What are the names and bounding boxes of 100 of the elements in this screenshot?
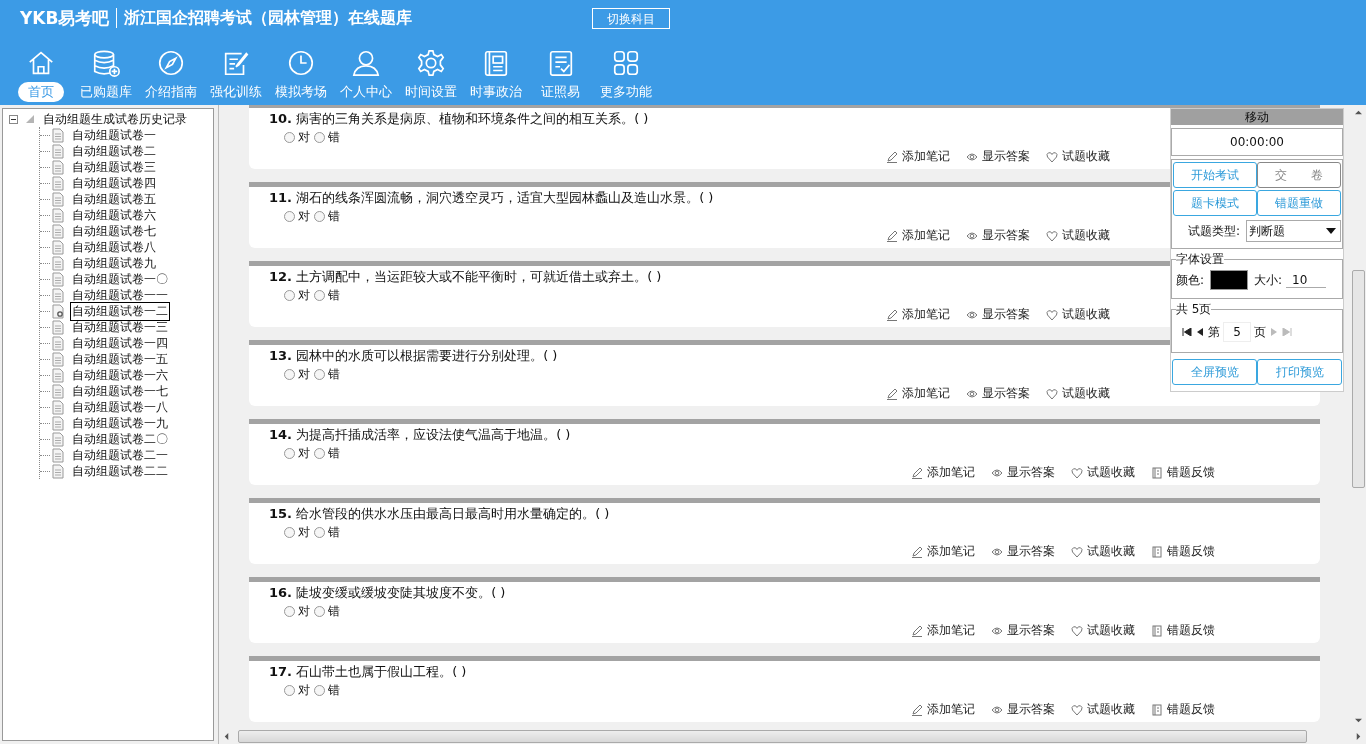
document-icon (52, 335, 64, 351)
action-link[interactable]: 错题反馈 (1151, 464, 1215, 481)
radio-option[interactable]: 错 (314, 129, 340, 145)
action-link[interactable]: 试题收藏 (1046, 306, 1110, 323)
triangle-icon (25, 114, 35, 124)
heart-icon (1071, 624, 1083, 637)
heart-icon (1071, 466, 1083, 479)
action-link[interactable]: 试题收藏 (1071, 701, 1135, 718)
action-link[interactable]: 显示答案 (966, 385, 1030, 402)
action-link[interactable]: 错题反馈 (1151, 622, 1215, 639)
settings-icon (415, 48, 446, 78)
group-legend: 共 5页 (1176, 301, 1212, 318)
eye-icon (966, 150, 978, 163)
action-link[interactable]: 试题收藏 (1071, 464, 1135, 481)
document-icon (52, 319, 64, 335)
notebook-icon (1151, 624, 1163, 637)
page-prefix: 第 (1208, 323, 1220, 341)
toolbar-label: 模拟考场 (273, 83, 328, 101)
toolbar-label: 强化训练 (208, 83, 263, 101)
question-text: 13. 园林中的水质可以根据需要进行分别处理。( ) (269, 348, 558, 365)
question-text: 14. 为提高扦插成活率，应设法使气温高于地温。( ) (269, 427, 571, 444)
radio-option[interactable]: 错 (314, 603, 340, 619)
action-link[interactable]: 错题反馈 (1151, 701, 1215, 718)
action-link[interactable]: 显示答案 (991, 701, 1055, 718)
size-field[interactable]: 10 (1286, 272, 1327, 288)
document-icon (52, 431, 64, 447)
notebook-icon (1151, 466, 1163, 479)
color-label: 颜色: (1176, 271, 1205, 289)
app-logo: YKB易考吧 (20, 6, 110, 30)
toolbar-label: 已购题库 (78, 83, 133, 101)
collapse-icon[interactable] (9, 114, 18, 124)
radio-option[interactable]: 错 (314, 366, 340, 382)
pencil-icon (886, 387, 898, 400)
action-link[interactable]: 添加笔记 (886, 306, 950, 323)
scroll-left-icon[interactable] (223, 732, 230, 740)
question-text: 17. 石山带土也属于假山工程。( ) (269, 664, 467, 681)
tree-item[interactable]: 自动组题试卷一二 (70, 301, 170, 321)
radio-option[interactable]: 对 (284, 208, 310, 224)
action-link[interactable]: 试题收藏 (1046, 385, 1110, 402)
radio-option[interactable]: 对 (284, 366, 310, 382)
radio-option[interactable]: 对 (284, 129, 310, 145)
action-link[interactable]: 添加笔记 (886, 148, 950, 165)
radio-option[interactable]: 对 (284, 682, 310, 698)
radio-option[interactable]: 错 (314, 208, 340, 224)
caret-icon (1326, 228, 1336, 234)
pencil-icon (911, 624, 923, 637)
action-link[interactable]: 添加笔记 (911, 701, 975, 718)
question-text: 15. 给水管段的供水水压由最高日最高时用水量确定的。( ) (269, 506, 610, 523)
action-link[interactable]: 试题收藏 (1046, 227, 1110, 244)
action-link[interactable]: 添加笔记 (911, 622, 975, 639)
document-icon (52, 383, 64, 399)
radio-option[interactable]: 对 (284, 524, 310, 540)
action-link[interactable]: 错题反馈 (1151, 543, 1215, 560)
document-pin-icon (52, 303, 64, 319)
type-dropdown[interactable]: 判断题 (1246, 220, 1341, 242)
scroll-right-icon[interactable] (1355, 732, 1362, 740)
action-link[interactable]: 添加笔记 (886, 227, 950, 244)
document-icon (52, 287, 64, 303)
radio-option[interactable]: 对 (284, 603, 310, 619)
action-link[interactable]: 显示答案 (966, 306, 1030, 323)
radio-option[interactable]: 对 (284, 287, 310, 303)
tree-item[interactable]: 自动组题生成试卷历史记录 (43, 110, 187, 128)
scroll-thumb[interactable] (1351, 270, 1365, 488)
first-page-icon[interactable] (1182, 328, 1192, 336)
radio-option[interactable]: 对 (284, 445, 310, 461)
scroll-down-icon[interactable] (1354, 717, 1362, 724)
notebook-icon (1151, 545, 1163, 558)
timer-display: 00:00:00 (1171, 128, 1343, 156)
toolbar-label: 介绍指南 (143, 83, 198, 101)
radio-option[interactable]: 错 (314, 524, 340, 540)
document-icon (52, 207, 64, 223)
action-link[interactable]: 添加笔记 (886, 385, 950, 402)
heart-icon (1046, 308, 1058, 321)
scroll-up-icon[interactable] (1354, 109, 1362, 116)
action-link[interactable]: 显示答案 (966, 227, 1030, 244)
radio-option[interactable]: 错 (314, 682, 340, 698)
action-link[interactable]: 显示答案 (991, 622, 1055, 639)
panel-title[interactable]: 移动 (1171, 109, 1343, 125)
scroll-thumb[interactable] (238, 729, 1307, 743)
question-text: 11. 湖石的线条浑圆流畅，洞穴透空灵巧，适宜大型园林蠡山及造山水景。( ) (269, 190, 714, 207)
radio-option[interactable]: 错 (314, 445, 340, 461)
pencil-icon (911, 545, 923, 558)
pencil-icon (886, 308, 898, 321)
document-icon (52, 223, 64, 239)
action-link[interactable]: 添加笔记 (911, 464, 975, 481)
document-icon (52, 367, 64, 383)
toolbar-label: 证照易 (540, 83, 581, 101)
toolbar-label: 首页 (17, 82, 64, 102)
action-link[interactable]: 显示答案 (966, 148, 1030, 165)
radio-option[interactable]: 错 (314, 287, 340, 303)
document-icon (52, 271, 64, 287)
action-link[interactable]: 显示答案 (991, 543, 1055, 560)
page-field[interactable]: 5 (1223, 322, 1251, 342)
action-link[interactable]: 试题收藏 (1046, 148, 1110, 165)
action-link[interactable]: 添加笔记 (911, 543, 975, 560)
heart-icon (1071, 703, 1083, 716)
color-swatch[interactable] (1210, 270, 1249, 290)
action-link[interactable]: 显示答案 (991, 464, 1055, 481)
action-link[interactable]: 试题收藏 (1071, 622, 1135, 639)
action-link[interactable]: 试题收藏 (1071, 543, 1135, 560)
